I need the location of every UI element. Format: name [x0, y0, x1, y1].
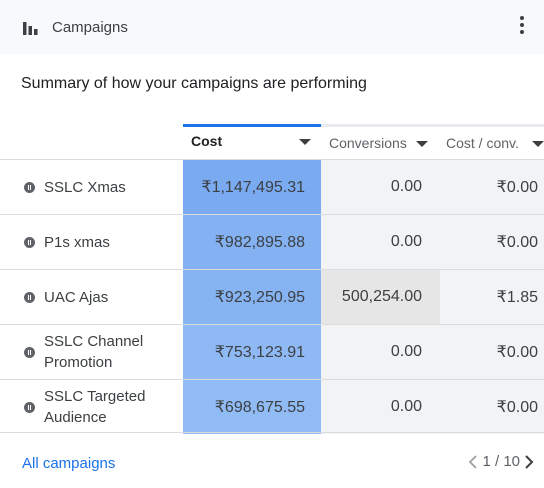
cost-cell: ₹753,123.91 [183, 325, 321, 379]
campaign-name[interactable]: SSLC Channel Promotion [44, 331, 174, 373]
paused-icon [24, 237, 35, 248]
table-row[interactable]: SSLC Channel Promotion ₹753,123.91 0.00 … [0, 324, 544, 379]
cost-cell: ₹982,895.88 [183, 215, 321, 269]
column-header-cost-per-conv[interactable]: Cost / conv. [440, 124, 544, 160]
paused-icon [24, 347, 35, 358]
more-vert-icon[interactable] [518, 16, 526, 38]
cost-cell: ₹923,250.95 [183, 270, 321, 324]
table-row[interactable]: SSLC Xmas ₹1,147,495.31 0.00 ₹0.00 [0, 159, 544, 214]
column-label: Conversions [329, 135, 407, 151]
conversions-cell: 0.00 [321, 380, 440, 434]
paused-icon [24, 292, 35, 303]
cost-per-conv-cell: ₹0.00 [440, 325, 544, 379]
paused-icon [24, 182, 35, 193]
dropdown-arrow-icon [532, 141, 544, 147]
conversions-cell: 500,254.00 [321, 270, 440, 324]
conversions-cell: 0.00 [321, 160, 440, 214]
chevron-right-icon[interactable] [524, 454, 534, 469]
cost-per-conv-cell: ₹1.85 [440, 270, 544, 324]
campaign-name[interactable]: SSLC Xmas [44, 177, 126, 198]
column-label: Cost / conv. [446, 135, 519, 151]
table-divider [0, 432, 544, 433]
conversions-cell: 0.00 [321, 325, 440, 379]
all-campaigns-link[interactable]: All campaigns [22, 455, 115, 472]
column-header-cost[interactable]: Cost [183, 124, 321, 160]
campaign-name[interactable]: P1s xmas [44, 232, 110, 253]
card-header: Campaigns [0, 0, 544, 54]
column-header-conversions[interactable]: Conversions [321, 124, 440, 160]
summary-heading: Summary of how your campaigns are perfor… [21, 75, 367, 92]
card-title: Campaigns [52, 19, 128, 36]
bar-chart-icon [23, 22, 38, 35]
cost-cell: ₹1,147,495.31 [183, 160, 321, 214]
table-row[interactable]: UAC Ajas ₹923,250.95 500,254.00 ₹1.85 [0, 269, 544, 324]
cost-cell: ₹698,675.55 [183, 380, 321, 434]
pagination: 1 / 10 [468, 453, 534, 470]
chevron-left-icon[interactable] [468, 454, 478, 469]
conversions-cell: 0.00 [321, 215, 440, 269]
page-indicator: 1 / 10 [482, 453, 520, 470]
campaign-name[interactable]: SSLC Targeted Audience [44, 386, 164, 428]
cost-per-conv-cell: ₹0.00 [440, 380, 544, 434]
sort-arrow-icon [299, 139, 311, 145]
paused-icon [24, 402, 35, 413]
dropdown-arrow-icon [416, 141, 428, 147]
table-row[interactable]: SSLC Targeted Audience ₹698,675.55 0.00 … [0, 379, 544, 434]
campaign-name[interactable]: UAC Ajas [44, 287, 108, 308]
cost-per-conv-cell: ₹0.00 [440, 215, 544, 269]
table-row[interactable]: P1s xmas ₹982,895.88 0.00 ₹0.00 [0, 214, 544, 269]
column-label: Cost [191, 133, 223, 149]
cost-per-conv-cell: ₹0.00 [440, 160, 544, 214]
